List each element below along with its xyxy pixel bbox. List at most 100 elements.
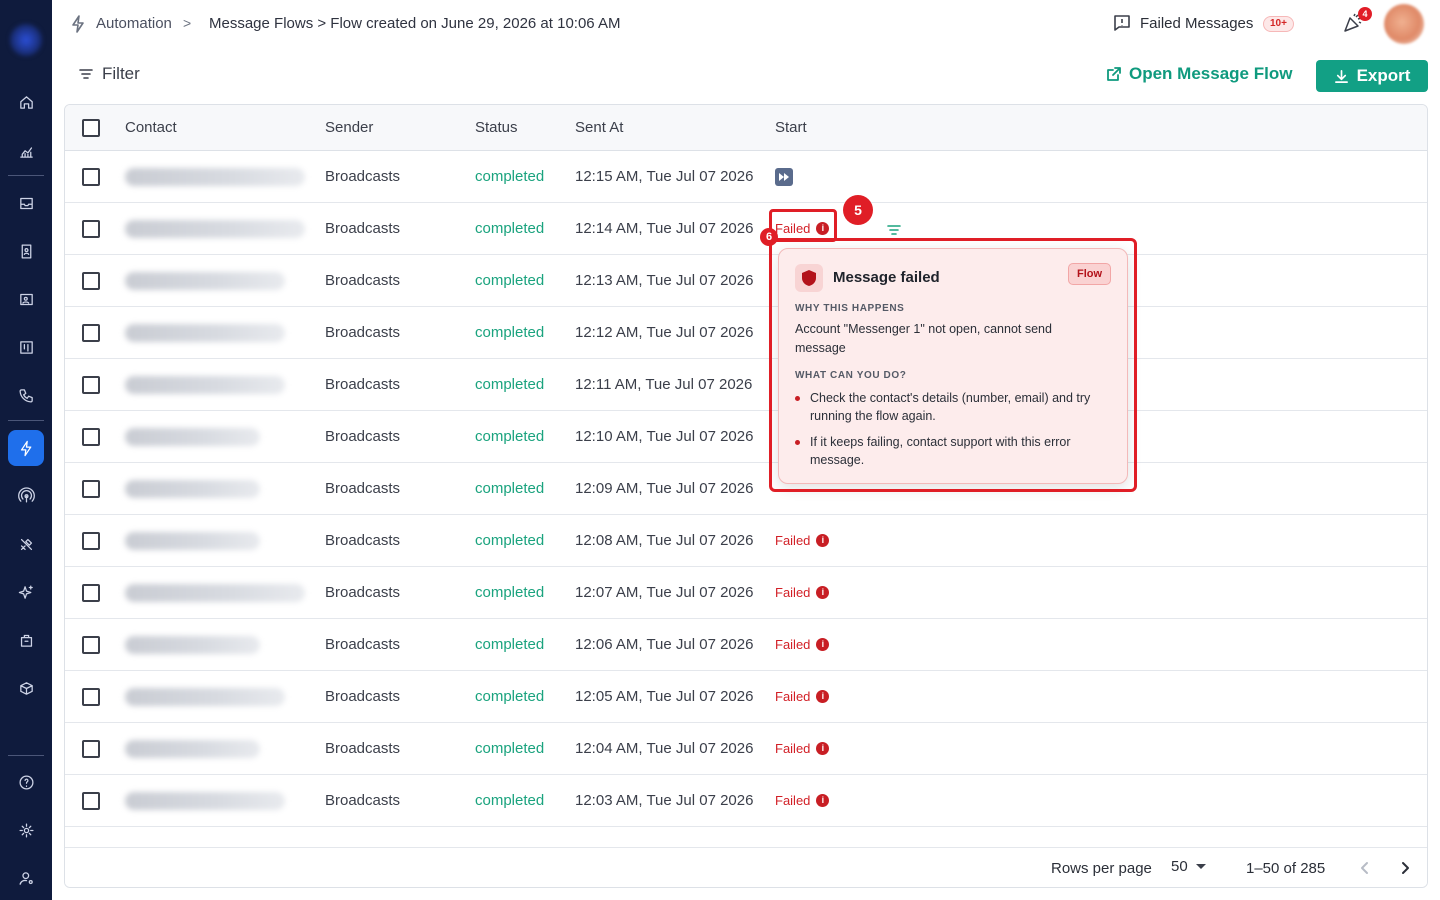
table-row[interactable]: Broadcasts completed 12:05 AM, Tue Jul 07 …: [65, 671, 1427, 723]
table-row[interactable]: Broadcasts completed 12:03 AM, Tue Jul 07 …: [65, 775, 1427, 827]
sidebar: [0, 0, 52, 900]
table-row[interactable]: Broadcasts completed 12:09 AM, Tue Jul 07 …: [65, 463, 1427, 515]
failed-status-link[interactable]: Failed i: [775, 793, 830, 808]
row-checkbox[interactable]: [82, 324, 100, 342]
sender-cell: Broadcasts: [325, 792, 401, 809]
row-checkbox[interactable]: [82, 272, 100, 290]
table-row[interactable]: Broadcasts completed 12:04 AM, Tue Jul 07 …: [65, 723, 1427, 775]
filter-button[interactable]: Filter: [78, 64, 140, 84]
avatar[interactable]: [1384, 4, 1424, 44]
sidebar-item-jobs[interactable]: [8, 622, 44, 658]
contact-name-redacted[interactable]: [125, 584, 305, 602]
contact-name-redacted[interactable]: [125, 740, 260, 758]
breadcrumb-automation[interactable]: Automation: [96, 15, 172, 32]
row-checkbox[interactable]: [82, 428, 100, 446]
failed-status-link[interactable]: Failed i: [775, 533, 830, 548]
brand-logo[interactable]: [10, 24, 42, 56]
status-cell: completed: [475, 792, 545, 809]
table-row[interactable]: Broadcasts completed 12:07 AM, Tue Jul 07 …: [65, 567, 1427, 619]
sidebar-item-accounts[interactable]: [8, 281, 44, 317]
info-icon[interactable]: i: [816, 534, 830, 547]
column-header-sent-at[interactable]: Sent At: [575, 119, 623, 136]
contact-name-redacted[interactable]: [125, 480, 260, 498]
row-checkbox[interactable]: [82, 636, 100, 654]
column-header-contact[interactable]: Contact: [125, 119, 177, 136]
failed-messages-link[interactable]: Failed Messages: [1140, 15, 1253, 32]
next-page-button[interactable]: [1395, 858, 1415, 878]
table-row[interactable]: Broadcasts completed 12:13 AM, Tue Jul 07 …: [65, 255, 1427, 307]
sender-cell: Broadcasts: [325, 376, 401, 393]
sent-at-cell: 12:08 AM, Tue Jul 07 2026: [575, 532, 754, 549]
open-flow-label: Open Message Flow: [1129, 64, 1293, 83]
previous-page-button[interactable]: [1355, 858, 1375, 878]
sender-cell: Broadcasts: [325, 480, 401, 497]
info-icon[interactable]: i: [816, 794, 830, 807]
sidebar-item-home[interactable]: [8, 84, 44, 120]
column-header-start[interactable]: Start: [775, 119, 807, 136]
status-cell: completed: [475, 532, 545, 549]
table-row[interactable]: Broadcasts completed 12:14 AM, Tue Jul 07 …: [65, 203, 1427, 255]
info-icon[interactable]: i: [816, 638, 830, 651]
table-row[interactable]: Broadcasts completed 12:08 AM, Tue Jul 07 …: [65, 515, 1427, 567]
row-checkbox[interactable]: [82, 584, 100, 602]
row-checkbox[interactable]: [82, 792, 100, 810]
contact-name-redacted[interactable]: [125, 272, 285, 290]
sidebar-item-automation[interactable]: [8, 430, 44, 466]
row-checkbox[interactable]: [82, 740, 100, 758]
briefcase-icon: [20, 634, 32, 647]
sidebar-item-calls[interactable]: [8, 377, 44, 413]
info-icon[interactable]: i: [816, 742, 830, 755]
failed-status-link[interactable]: Failed i: [775, 585, 830, 600]
fast-forward-icon[interactable]: [775, 168, 793, 186]
contact-name-redacted[interactable]: [125, 324, 285, 342]
contact-name-redacted[interactable]: [125, 792, 285, 810]
failed-status-link[interactable]: Failed i: [775, 637, 830, 652]
sidebar-item-broadcast[interactable]: [8, 477, 44, 513]
sidebar-item-help[interactable]: [8, 764, 44, 800]
table-row[interactable]: Broadcasts completed 12:10 AM, Tue Jul 07 …: [65, 411, 1427, 463]
status-cell: completed: [475, 480, 545, 497]
info-icon[interactable]: i: [816, 690, 830, 703]
contact-name-redacted[interactable]: [125, 376, 285, 394]
failed-messages-badge: 10+: [1263, 16, 1294, 32]
sidebar-item-settings[interactable]: [8, 812, 44, 848]
sidebar-item-boards[interactable]: [8, 329, 44, 365]
contact-name-redacted[interactable]: [125, 168, 305, 186]
table-row[interactable]: Broadcasts completed 12:06 AM, Tue Jul 07 …: [65, 619, 1427, 671]
table-row[interactable]: Broadcasts completed 12:12 AM, Tue Jul 07 …: [65, 307, 1427, 359]
export-button[interactable]: Export: [1316, 60, 1428, 92]
sidebar-item-inbox[interactable]: [8, 185, 44, 221]
info-icon[interactable]: i: [816, 586, 830, 599]
table-row[interactable]: Broadcasts completed 12:11 AM, Tue Jul 07 …: [65, 359, 1427, 411]
contact-name-redacted[interactable]: [125, 636, 260, 654]
sidebar-item-account[interactable]: [8, 860, 44, 896]
contact-name-redacted[interactable]: [125, 688, 285, 706]
sidebar-item-ai[interactable]: [8, 574, 44, 610]
sidebar-item-contacts[interactable]: [8, 233, 44, 269]
row-checkbox[interactable]: [82, 532, 100, 550]
row-checkbox[interactable]: [82, 168, 100, 186]
row-checkbox[interactable]: [82, 688, 100, 706]
failed-status-link[interactable]: Failed i: [775, 741, 830, 756]
rows-per-page-select[interactable]: 50: [1171, 858, 1206, 875]
row-checkbox[interactable]: [82, 376, 100, 394]
sidebar-item-tools[interactable]: [8, 526, 44, 562]
row-checkbox[interactable]: [82, 220, 100, 238]
failed-status-link[interactable]: Failed i: [775, 689, 830, 704]
id-card-icon: [19, 293, 33, 305]
message-alert-icon[interactable]: [1113, 14, 1131, 32]
table-row[interactable]: Broadcasts completed 12:15 AM, Tue Jul 07 …: [65, 151, 1427, 203]
column-header-sender[interactable]: Sender: [325, 119, 373, 136]
column-header-status[interactable]: Status: [475, 119, 518, 136]
open-message-flow-link[interactable]: Open Message Flow: [1106, 64, 1292, 84]
sidebar-item-analytics[interactable]: [8, 133, 44, 169]
select-all-checkbox[interactable]: [82, 119, 100, 137]
status-cell: completed: [475, 168, 545, 185]
contact-name-redacted[interactable]: [125, 532, 260, 550]
sidebar-item-packages[interactable]: [8, 670, 44, 706]
contact-name-redacted[interactable]: [125, 220, 305, 238]
row-checkbox[interactable]: [82, 480, 100, 498]
filter-icon[interactable]: [887, 223, 901, 235]
contact-name-redacted[interactable]: [125, 428, 260, 446]
sparkles-icon: [18, 584, 33, 599]
